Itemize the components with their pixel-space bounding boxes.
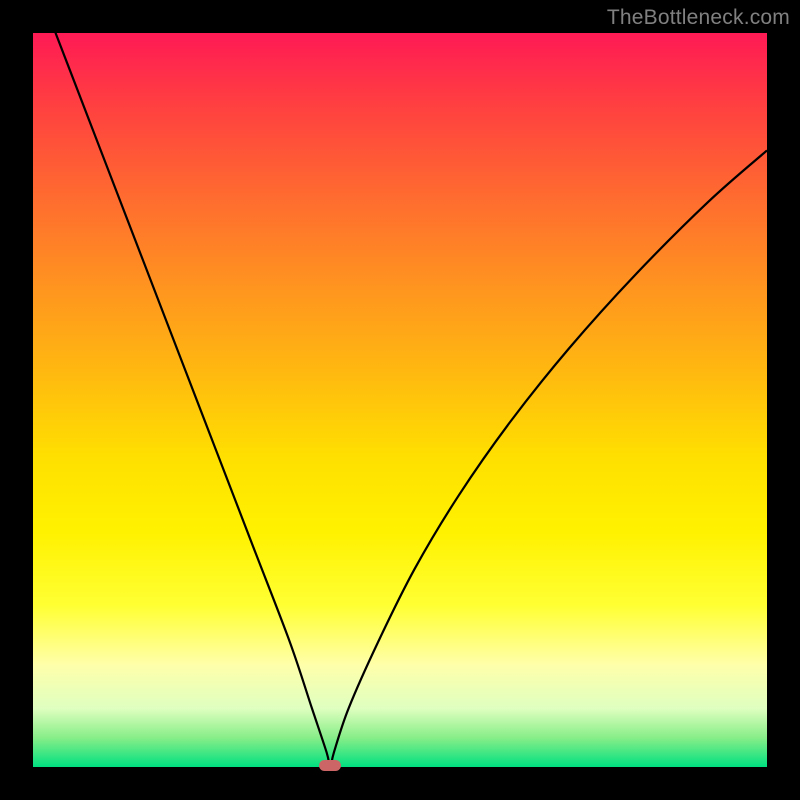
bottleneck-chart [33, 33, 767, 767]
bottleneck-curve-line [33, 0, 767, 767]
watermark-text: TheBottleneck.com [607, 6, 790, 30]
optimum-marker [319, 760, 341, 771]
